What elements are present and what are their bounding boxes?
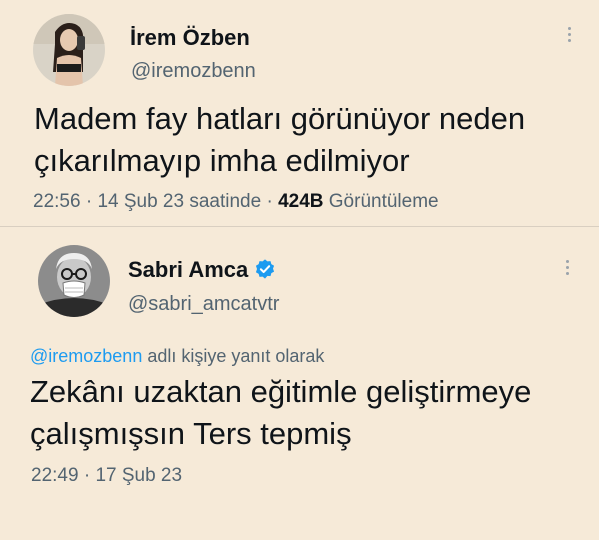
tweet-meta: 22:49 · 17 Şub 23 [31, 465, 182, 487]
reply-mention-link[interactable]: @iremozbenn [30, 346, 142, 366]
user-handle[interactable]: @iremozbenn [131, 60, 256, 83]
tweet-time[interactable]: 22:56 [33, 191, 81, 212]
user-handle[interactable]: @sabri_amcatvtr [128, 293, 279, 316]
avatar-sabri[interactable] [38, 245, 110, 317]
display-name[interactable]: Sabri Amca [128, 257, 276, 283]
separator: · [85, 191, 93, 212]
separator: · [266, 191, 273, 212]
tweet-text: Zekânı uzaktan eğitimle geliştirmeye çal… [30, 371, 531, 455]
reply-context: @iremozbenn adlı kişiye yanıt olarak [30, 346, 324, 367]
more-vertical-icon[interactable] [566, 260, 572, 275]
more-vertical-icon[interactable] [568, 27, 574, 42]
separator: · [83, 465, 91, 486]
display-name[interactable]: İrem Özben [130, 25, 250, 51]
tweet-text-line: Zekânı uzaktan eğitimle geliştirmeye [30, 374, 532, 409]
tweet-original[interactable]: İrem Özben @iremozbenn Madem fay hatları… [0, 0, 599, 226]
tweet-text-line: çalışmışsın Ters tepmiş [30, 416, 352, 451]
tweet-meta: 22:56 · 14 Şub 23 saatinde · 424B Görünt… [33, 191, 439, 213]
tweet-date[interactable]: 14 Şub 23 saatinde [97, 191, 261, 212]
views-label: Görüntüleme [328, 191, 439, 212]
views-count: 424B [278, 191, 324, 212]
tweet-reply[interactable]: Sabri Amca @sabri_amcatvtr @iremozbenn a… [0, 227, 599, 540]
reply-suffix: adlı kişiye yanıt olarak [147, 346, 325, 366]
tweet-text-line: Madem fay hatları görünüyor neden [34, 101, 526, 136]
tweet-text: Madem fay hatları görünüyor neden çıkarı… [34, 98, 525, 182]
display-name-text[interactable]: Sabri Amca [128, 257, 248, 282]
verified-badge-icon [256, 259, 275, 279]
tweet-time[interactable]: 22:49 [31, 465, 79, 486]
tweet-text-line: çıkarılmayıp imha edilmiyor [34, 143, 410, 178]
avatar-irem[interactable] [33, 14, 105, 86]
tweet-date[interactable]: 17 Şub 23 [95, 465, 182, 486]
